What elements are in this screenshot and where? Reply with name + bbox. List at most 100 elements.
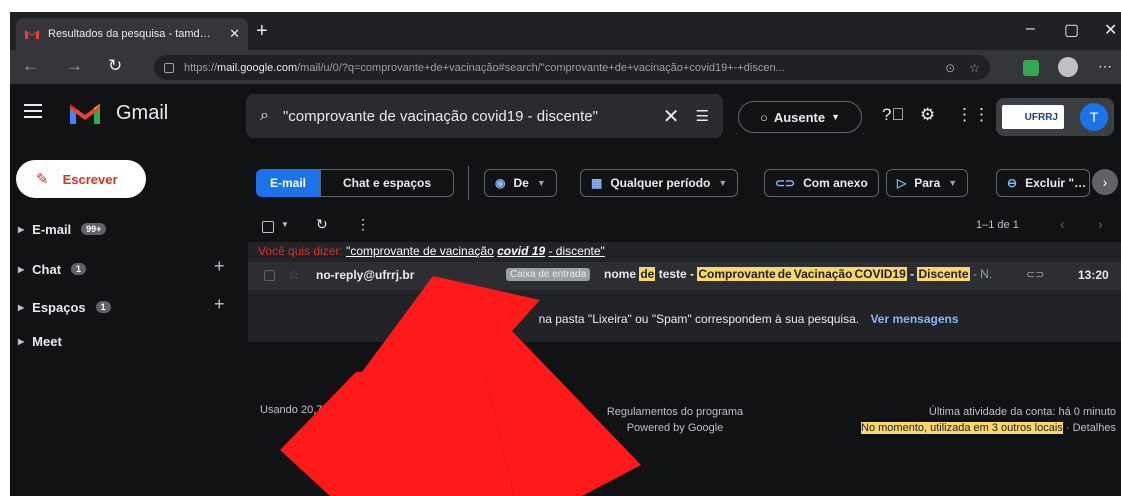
more-options-icon[interactable]: ⋮ [356, 216, 370, 233]
subject-part: nome [604, 267, 640, 281]
filter-to[interactable]: ▷ Para ▼ [886, 169, 969, 197]
clear-search-icon[interactable]: ✕ [663, 104, 680, 129]
extension-icon[interactable] [1023, 60, 1039, 76]
suggestion-part[interactable]: - discente" [548, 244, 604, 258]
compose-button[interactable]: ✎ Escrever [16, 160, 146, 198]
program-policies-link[interactable]: Regulamentos do programa [590, 404, 760, 420]
chevron-down-icon: ▼ [831, 112, 841, 122]
sidebar-item-chat[interactable]: ▶ Chat 1 [18, 258, 87, 280]
reload-icon[interactable]: ↻ [108, 56, 122, 76]
did-you-mean-prefix: Você quis dizer: [258, 244, 343, 258]
account-switcher[interactable]: UFRRJ T [996, 98, 1114, 136]
footer-program: Regulamentos do programa Powered by Goog… [590, 404, 760, 436]
tab-chat-spaces[interactable]: Chat e espaços [320, 169, 454, 197]
gmail-favicon-icon [24, 28, 40, 40]
search-options-icon[interactable]: ☰ [696, 107, 709, 125]
details-link[interactable]: · Detalhes [1063, 422, 1116, 434]
refresh-icon[interactable]: ↻ [316, 216, 328, 233]
subject-match: de [639, 267, 656, 281]
search-icon[interactable]: ⌕ [260, 107, 269, 125]
chevron-down-icon: ▼ [718, 178, 728, 188]
browser-tab[interactable]: Resultados da pesquisa - tamd… ✕ [16, 18, 248, 50]
minimize-icon[interactable]: – [1026, 20, 1035, 38]
avatar[interactable]: T [1080, 103, 1108, 131]
apps-grid-icon[interactable]: ⋮⋮ [956, 105, 990, 125]
sidebar-item-spaces[interactable]: ▶ Espaços 1 [18, 296, 111, 318]
new-space-plus-icon[interactable]: + [214, 294, 225, 315]
chevron-right-icon[interactable]: › [1098, 216, 1103, 232]
view-messages-link[interactable]: Ver mensagens [870, 312, 958, 326]
inbox-label[interactable]: Caixa de entrada [506, 268, 591, 281]
chevron-right-icon[interactable]: › [1092, 169, 1118, 195]
chip-label: Excluir "… [1025, 176, 1087, 190]
send-icon: ▷ [897, 176, 907, 190]
chevron-down-icon[interactable]: ▼ [281, 220, 289, 229]
results-panel: Você quis dizer: "comprovante de vacinaç… [248, 242, 1121, 342]
expand-arrow-icon: ▶ [18, 336, 25, 346]
sidebar-item-meet[interactable]: ▶ Meet [18, 330, 62, 352]
profile-icon[interactable] [1058, 57, 1078, 77]
chip-label: Qualquer período [610, 176, 711, 190]
unread-badge: 1 [95, 301, 111, 313]
attachment-icon: ⊂⊃ [1026, 269, 1045, 281]
search-icon: ⌕ [410, 312, 418, 326]
notice-text: na pasta "Lixeira" ou "Spam" corresponde… [538, 312, 860, 326]
sidebar-item-email[interactable]: ▶ E-mail 99+ [18, 218, 107, 240]
filter-date[interactable]: ▦ Qualquer período ▼ [580, 169, 739, 197]
gmail-header: Gmail ⌕ "comprovante de vacinação covid1… [10, 84, 1121, 150]
suggestion-part[interactable]: "comprovante de vacinação [346, 244, 494, 258]
search-input[interactable]: "comprovante de vacinação covid19 - disc… [283, 108, 655, 125]
remove-icon: ⊖ [1007, 176, 1018, 190]
expand-arrow-icon: ▶ [18, 264, 25, 274]
filter-from[interactable]: ◉ De ▼ [484, 169, 557, 197]
subject: nome de teste - Comprovante de Vacinação CO… [604, 267, 992, 281]
suggestion-correction[interactable]: covid 19 [497, 244, 545, 258]
sender: no-reply@ufrrj.br [316, 268, 415, 282]
filter-attachment[interactable]: ⊂⊃ Com anexo [764, 169, 879, 197]
chevron-down-icon: ▼ [948, 178, 958, 188]
tab-email[interactable]: E-mail [256, 169, 320, 197]
storage-usage[interactable]: Usando 20,7 [260, 404, 322, 416]
select-all-checkbox[interactable] [262, 221, 274, 233]
other-locations: No momento, utilizada em 3 outros locais [861, 422, 1063, 434]
chevron-left-icon[interactable]: ‹ [1060, 216, 1065, 232]
expand-arrow-icon: ▶ [18, 302, 25, 312]
search-bar[interactable]: ⌕ "comprovante de vacinação covid19 - di… [246, 94, 723, 138]
menu-icon[interactable]: ⋯ [1098, 58, 1112, 75]
star-icon[interactable]: ☆ [288, 267, 300, 283]
subject-part: - [906, 267, 918, 281]
back-icon[interactable]: ← [22, 56, 39, 76]
gmail-logo-icon[interactable] [68, 100, 102, 126]
star-icon[interactable]: ☆ [969, 61, 980, 75]
status-dot-icon: ○ [759, 109, 768, 125]
status-button[interactable]: ○ Ausente ▼ [738, 101, 862, 133]
pagination-count: 1–1 de 1 [976, 219, 1019, 231]
hamburger-menu-icon[interactable] [24, 104, 42, 118]
did-you-mean[interactable]: Você quis dizer: "comprovante de vacinaç… [258, 244, 605, 258]
subject-part: teste - [655, 267, 698, 281]
settings-gear-icon[interactable]: ⚙ [920, 105, 935, 125]
tab-title: Resultados da pesquisa - tamd… [48, 28, 211, 40]
help-icon[interactable]: ?⃝ [882, 105, 904, 125]
expand-arrow-icon: ▶ [18, 224, 25, 234]
address-bar[interactable]: https:// mail.google.com /mail/u/0/?q=co… [154, 55, 990, 80]
subject-match: COVID19 [853, 267, 907, 281]
unread-badge: 99+ [81, 223, 107, 235]
subject-match: Vacinação [792, 267, 854, 281]
close-window-icon[interactable]: ✕ [1104, 20, 1117, 40]
filter-exclude[interactable]: ⊖ Excluir "… [996, 169, 1090, 197]
sidebar-item-label: Espaços [32, 299, 86, 315]
share-icon[interactable]: ⊙ [945, 61, 955, 75]
browser-window: Resultados da pesquisa - tamd… ✕ + – ▢ ✕… [10, 12, 1121, 496]
last-activity: Última atividade da conta: há 0 minuto [928, 406, 1116, 418]
row-checkbox[interactable] [264, 270, 275, 281]
maximize-icon[interactable]: ▢ [1064, 20, 1079, 40]
trash-spam-notice: ⌕ Algum na pasta "Lixeira" ou "Spam" cor… [248, 312, 1121, 327]
sidebar-item-label: E-mail [32, 221, 72, 237]
tab-close-icon[interactable]: ✕ [229, 26, 240, 42]
lock-icon [164, 62, 174, 73]
new-tab-button[interactable]: + [256, 20, 268, 43]
new-chat-plus-icon[interactable]: + [214, 256, 225, 277]
forward-icon[interactable]: → [66, 56, 83, 76]
email-row[interactable]: ☆ no-reply@ufrrj.br Caixa de entrada nom… [248, 262, 1121, 290]
